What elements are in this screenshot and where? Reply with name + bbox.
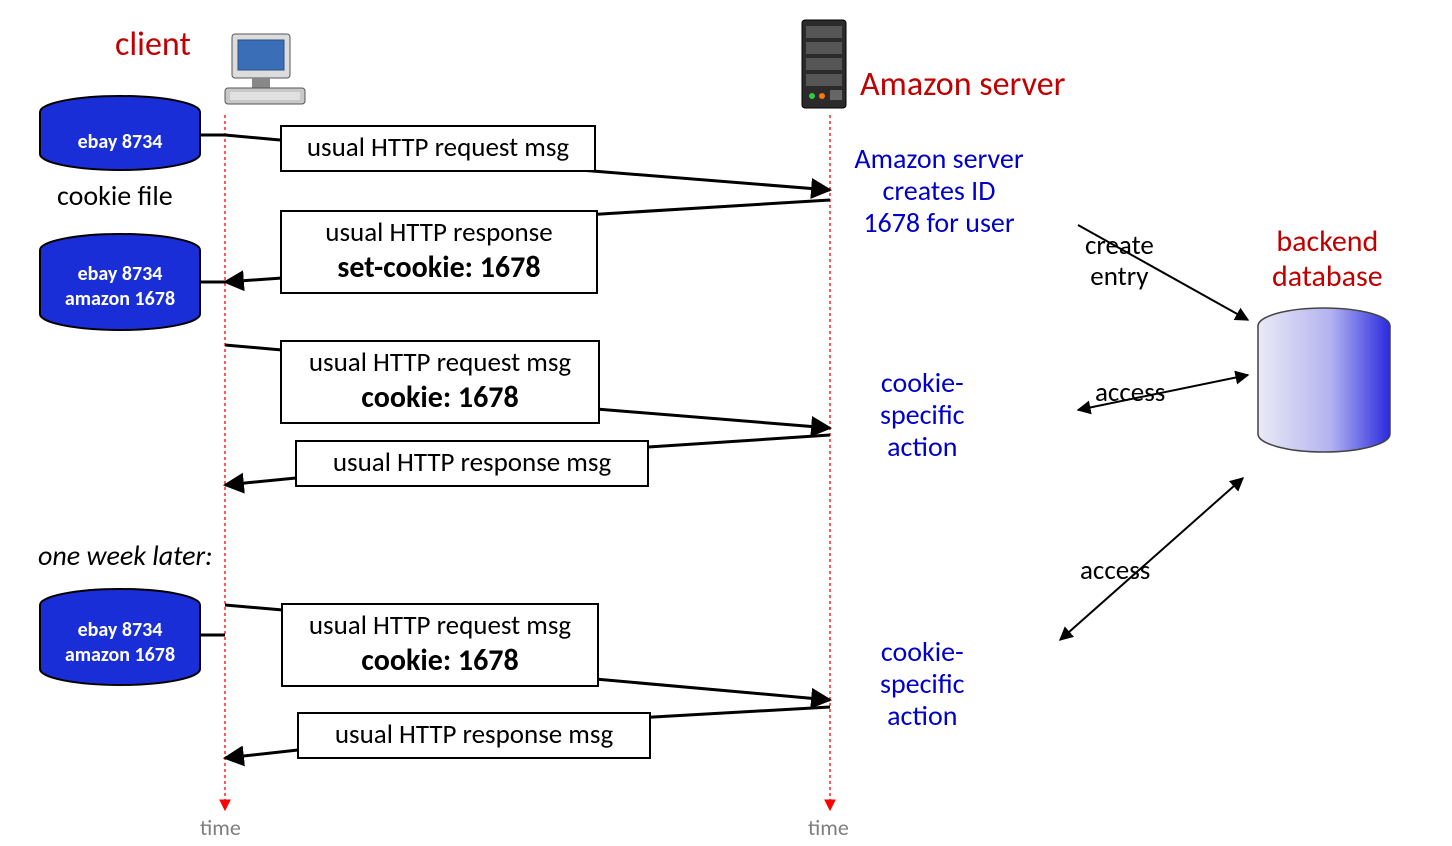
time-label-left: time (200, 815, 241, 840)
cookie-file-caption: cookie file (57, 180, 173, 212)
msg-box-4: usual HTTP response msg (295, 440, 649, 487)
graphics-layer (0, 0, 1452, 846)
server-action-1: cookie- specific action (880, 367, 965, 464)
msg-box-5: usual HTTP request msg cookie: 1678 (281, 603, 599, 687)
msg-box-2: usual HTTP response set-cookie: 1678 (280, 210, 598, 294)
msg3a-text: usual HTTP request msg (309, 346, 571, 379)
msg6-text: usual HTTP response msg (335, 718, 613, 751)
msg2a-text: usual HTTP response (325, 216, 552, 249)
msg2b-text: set-cookie: 1678 (337, 249, 540, 286)
time-label-right: time (808, 815, 849, 840)
cookie1-line1: ebay 8734 (40, 130, 200, 154)
backend-db-icon (1258, 308, 1390, 452)
client-title: client (115, 25, 191, 64)
cookie3-line1: ebay 8734 (40, 618, 200, 642)
msg-box-3: usual HTTP request msg cookie: 1678 (280, 340, 600, 424)
backend-title: backend database (1272, 225, 1383, 294)
computer-icon (225, 34, 305, 104)
msg4-text: usual HTTP response msg (333, 446, 611, 479)
server-create-id: Amazon server creates ID 1678 for user (834, 143, 1044, 240)
msg5b-text: cookie: 1678 (361, 642, 518, 679)
msg1-text: usual HTTP request msg (307, 131, 569, 164)
diagram-root: client Amazon server backend database co… (0, 0, 1452, 846)
msg5a-text: usual HTTP request msg (309, 609, 571, 642)
server-icon (802, 20, 846, 108)
cookie2-line2: amazon 1678 (40, 287, 200, 311)
server-title: Amazon server (860, 65, 1065, 104)
one-week-later: one week later: (38, 540, 213, 572)
msg-box-6: usual HTTP response msg (297, 712, 651, 759)
db-access-1: access (1095, 377, 1165, 408)
msg-box-1: usual HTTP request msg (280, 125, 596, 172)
cookie3-line2: amazon 1678 (40, 643, 200, 667)
cookie2-line1: ebay 8734 (40, 262, 200, 286)
db-create-entry: create entry (1085, 230, 1154, 292)
msg3b-text: cookie: 1678 (361, 379, 518, 416)
server-action-2: cookie- specific action (880, 636, 965, 733)
db-access-2: access (1080, 555, 1150, 586)
